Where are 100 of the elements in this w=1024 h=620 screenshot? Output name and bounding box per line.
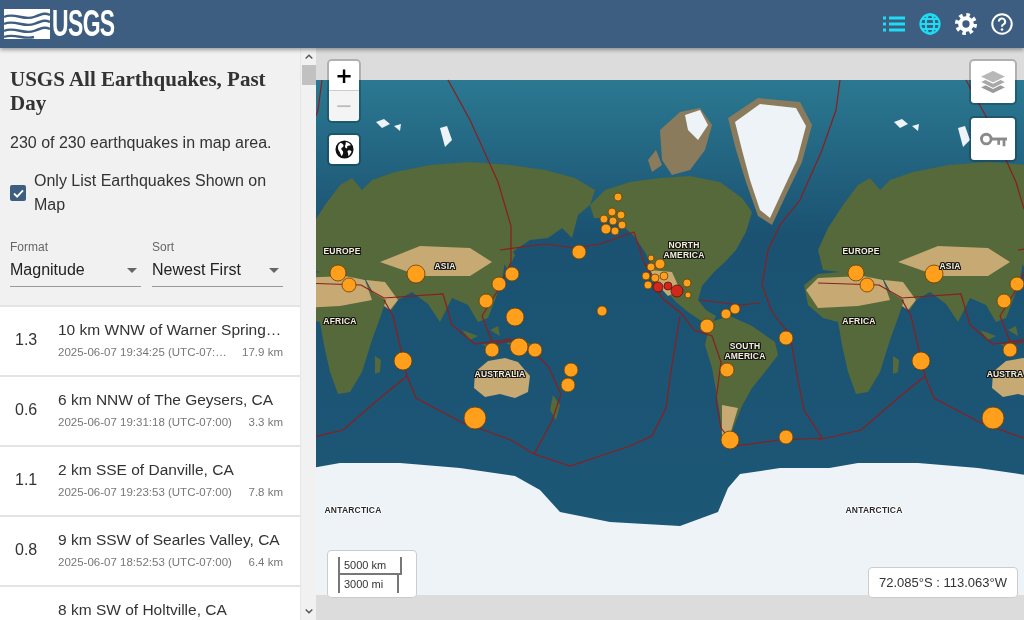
- earthquake-marker-icon[interactable]: [647, 254, 655, 262]
- earthquake-marker-icon[interactable]: [463, 406, 487, 430]
- earthquake-marker-icon[interactable]: [563, 362, 579, 378]
- earthquake-marker-icon[interactable]: [778, 330, 794, 346]
- caret-icon: [269, 267, 279, 273]
- earthquake-marker-icon[interactable]: [652, 281, 664, 293]
- earthquake-marker-icon[interactable]: [720, 308, 732, 320]
- earthquake-marker-icon[interactable]: [911, 351, 931, 371]
- earthquake-marker-icon[interactable]: [505, 307, 525, 327]
- continent-label: EUROPE: [323, 246, 361, 256]
- landmass: [474, 358, 530, 398]
- sort-dropdown[interactable]: Newest First: [152, 255, 283, 287]
- island: [912, 124, 919, 131]
- magnitude-text: 0.6: [15, 400, 38, 420]
- earthquake-marker-icon[interactable]: [643, 280, 653, 290]
- scroll-down-icon[interactable]: [304, 609, 313, 614]
- logo-text[interactable]: USGS: [52, 8, 115, 40]
- island: [462, 330, 478, 340]
- earthquake-marker-icon[interactable]: [663, 281, 673, 291]
- checkmark-icon: [12, 188, 24, 198]
- layers-button[interactable]: [969, 59, 1017, 105]
- earthquake-marker-icon[interactable]: [699, 318, 715, 334]
- earthquake-marker-icon[interactable]: [329, 264, 347, 282]
- wave-logo-icon[interactable]: [4, 9, 50, 39]
- earthquake-marker-icon[interactable]: [617, 220, 627, 230]
- depth-text: 6.4 km: [248, 555, 283, 570]
- continent-label: AUSTRALIA: [474, 369, 526, 379]
- earthquake-marker-icon[interactable]: [527, 342, 543, 358]
- zoom-in-button[interactable]: +: [329, 61, 359, 91]
- scroll-up-icon[interactable]: [304, 54, 313, 59]
- earthquake-marker-icon[interactable]: [504, 266, 520, 282]
- earthquake-marker-icon[interactable]: [729, 303, 741, 315]
- earthquake-marker-icon[interactable]: [996, 293, 1012, 309]
- earthquake-marker-icon[interactable]: [670, 284, 684, 298]
- caret-icon: [127, 267, 137, 273]
- earthquake-count: 230 of 230 earthquakes in map area.: [10, 133, 273, 153]
- earthquake-marker-icon[interactable]: [393, 351, 413, 371]
- earthquake-marker-icon[interactable]: [654, 258, 666, 270]
- earthquake-marker-icon[interactable]: [1009, 276, 1024, 292]
- magnitude-text: 0.8: [15, 540, 38, 560]
- time-text: 2025-06-07 19:34:25 (UTC-07:…: [58, 345, 227, 360]
- earthquake-marker-icon[interactable]: [484, 342, 500, 358]
- earthquake-marker-icon[interactable]: [778, 429, 794, 445]
- format-dropdown[interactable]: Magnitude: [10, 255, 141, 287]
- settings-button[interactable]: [954, 12, 978, 36]
- depth-text: 3.3 km: [248, 415, 283, 430]
- earthquake-marker-icon[interactable]: [560, 377, 576, 393]
- filter-checkbox[interactable]: [10, 185, 26, 201]
- select-label: Sort: [152, 239, 175, 255]
- earthquake-marker-icon[interactable]: [406, 264, 426, 284]
- earthquake-marker-icon[interactable]: [478, 293, 494, 309]
- earthquake-marker-icon[interactable]: [607, 207, 617, 217]
- place-text: 8 km SW of Holtville, CA: [58, 600, 228, 620]
- earthquake-marker-icon[interactable]: [341, 277, 357, 293]
- island: [375, 356, 381, 374]
- earthquake-list-item[interactable]: 0.8 9 km SSW of Searles Valley, CA 2025-06-07 18:52:53 (UTC-07:00) 6.4 km: [0, 515, 300, 585]
- globe-button[interactable]: [327, 133, 361, 166]
- place-text: 6 km NNW of The Geysers, CA: [58, 390, 275, 410]
- earthquake-marker-icon[interactable]: [682, 278, 692, 288]
- magnitude-text: 1.1: [15, 470, 38, 490]
- continent-label: NORTH AMERICA: [663, 240, 705, 260]
- plate-boundary-line: [316, 79, 323, 117]
- earthquake-marker-icon[interactable]: [608, 216, 618, 226]
- scrollbar[interactable]: [300, 48, 316, 620]
- checkbox-label[interactable]: Only List Earthquakes Shown on Map: [34, 169, 290, 217]
- earthquake-marker-icon[interactable]: [720, 430, 740, 450]
- time-text: 2025-06-07 19:31:18 (UTC-07:00): [58, 415, 232, 430]
- earthquake-marker-icon[interactable]: [616, 210, 626, 220]
- earthquake-marker-icon[interactable]: [650, 273, 660, 283]
- earthquake-marker-icon[interactable]: [599, 214, 609, 224]
- scale-metric-bar: 5000 km: [338, 557, 402, 575]
- earthquake-marker-icon[interactable]: [491, 276, 507, 292]
- help-button[interactable]: [990, 12, 1014, 36]
- scrollbar-thumb[interactable]: [301, 65, 316, 85]
- earthquake-marker-icon[interactable]: [596, 305, 608, 317]
- earthquake-marker-icon[interactable]: [981, 406, 1005, 430]
- continent-label: ANTARCTICA: [324, 505, 382, 515]
- time-text: 2025-06-07 19:23:53 (UTC-07:00): [58, 485, 232, 500]
- earthquake-marker-icon[interactable]: [509, 337, 529, 357]
- earthquake-marker-icon[interactable]: [659, 271, 669, 281]
- map-view-button[interactable]: [918, 12, 942, 36]
- key-button[interactable]: [969, 116, 1017, 162]
- earthquake-marker-icon[interactable]: [641, 271, 651, 281]
- earthquake-list-item[interactable]: 1.1 2 km SSE of Danville, CA 2025-06-07 19:23:53 (UTC-07:00) 7.8 km: [0, 445, 300, 515]
- magnitude-text: 1.3: [15, 330, 38, 350]
- earthquake-marker-icon[interactable]: [859, 277, 875, 293]
- earthquake-list-item[interactable]: 0.6 6 km NNW of The Geysers, CA 2025-06-07 19:31:18 (UTC-07:00) 3.3 km: [0, 375, 300, 445]
- plate-boundary-line: [1017, 248, 1024, 251]
- earthquake-marker-icon[interactable]: [1002, 342, 1018, 358]
- earthquake-list-item[interactable]: 8 km SW of Holtville, CA: [0, 585, 300, 620]
- earthquake-marker-icon[interactable]: [847, 264, 865, 282]
- earthquake-marker-icon[interactable]: [684, 291, 692, 299]
- earthquake-marker-icon[interactable]: [571, 244, 587, 260]
- earthquake-marker-icon[interactable]: [600, 223, 612, 235]
- feed-title: USGS All Earthquakes, Past Day: [10, 67, 267, 115]
- earthquake-marker-icon[interactable]: [613, 192, 623, 202]
- earthquake-marker-icon[interactable]: [610, 226, 620, 236]
- earthquake-list-item[interactable]: 1.3 10 km WNW of Warner Spring… 2025-06-07 19:34:25 (UTC-07:… 17.9 km: [0, 305, 300, 375]
- earthquake-marker-icon[interactable]: [646, 262, 656, 272]
- earthquake-marker-icon[interactable]: [719, 362, 735, 378]
